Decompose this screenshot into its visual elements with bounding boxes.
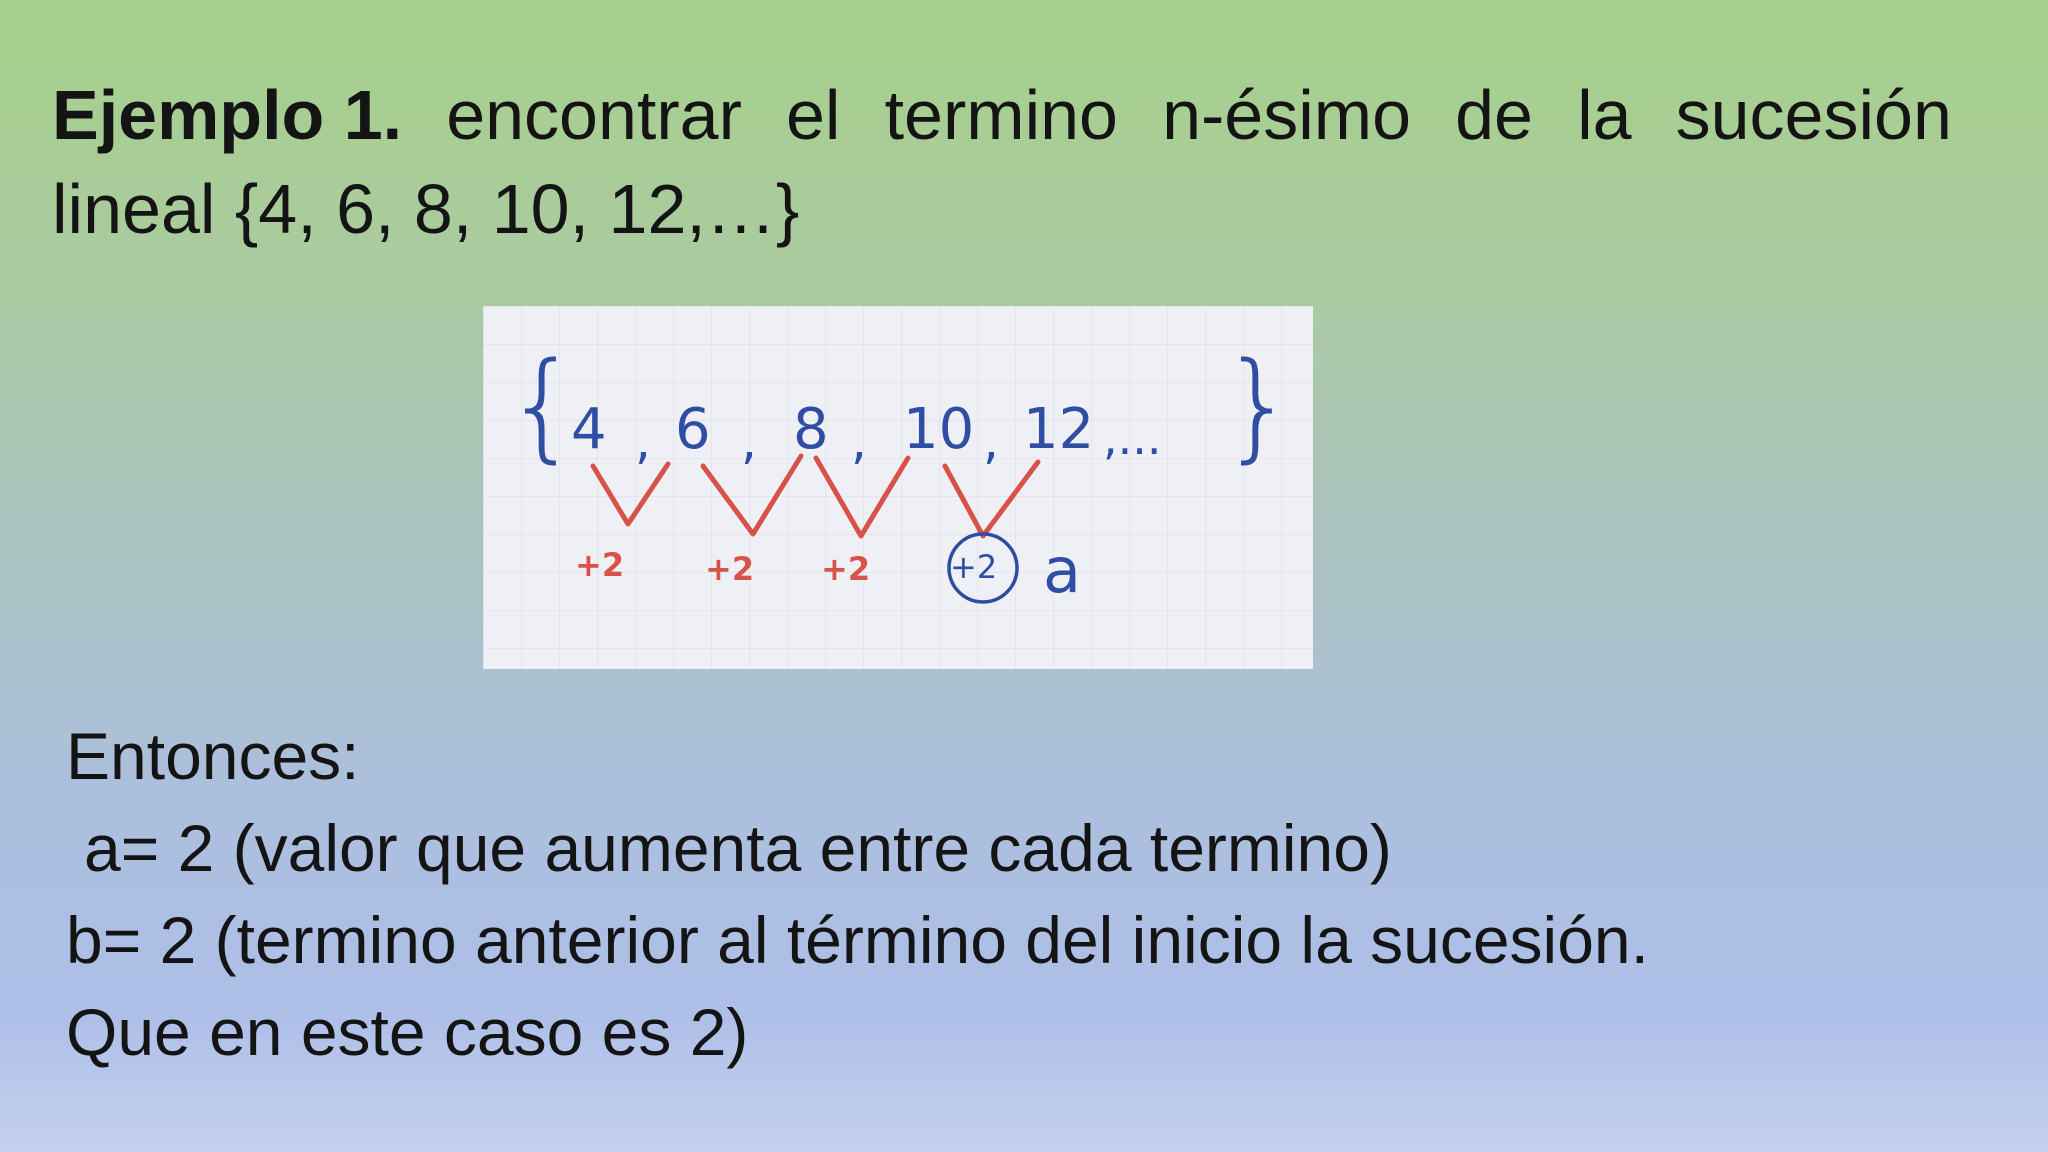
term-comma: , (741, 412, 757, 470)
explanation-heading: Entonces: (66, 719, 360, 793)
sequence-term: 10 (903, 397, 974, 462)
handwritten-sequence-image: { } 4 , 6 , 8 , 10 , 12 ,... +2 +2 +2 +2… (483, 306, 1313, 669)
term-comma: , (851, 412, 867, 470)
sequence-term: 6 (675, 397, 711, 462)
term-comma: , (983, 412, 999, 470)
title-word: sucesión (1675, 76, 1952, 154)
sequence-drawing: { } 4 , 6 , 8 , 10 , 12 ,... +2 +2 +2 +2… (505, 336, 1296, 607)
difference-label: +2 (575, 546, 624, 584)
difference-marks (590, 453, 1041, 539)
open-brace: { (505, 336, 580, 474)
title-word: el (786, 76, 841, 154)
term-comma: , (635, 412, 651, 470)
title-word: la (1577, 76, 1632, 154)
sequence-term: 12 (1023, 397, 1094, 462)
sequence-ellipsis: ,... (1103, 411, 1162, 465)
difference-label: +2 (705, 550, 754, 588)
difference-label: +2 (821, 550, 870, 588)
explanation-text: Entonces: a= 2 (valor que aumenta entre … (66, 710, 1649, 1078)
difference-v-mark (942, 459, 1041, 539)
difference-v-mark (590, 461, 671, 527)
explanation-line-b: b= 2 (termino anterior al término del in… (66, 903, 1649, 977)
title-line-1: Ejemplo 1. encontrar el termino n-ésimo … (52, 68, 1952, 162)
slide-title: Ejemplo 1. encontrar el termino n-ésimo … (52, 68, 1952, 256)
explanation-line-b-cont: Que en este caso es 2) (66, 995, 749, 1069)
example-label: Ejemplo 1. (52, 76, 403, 154)
explanation-line-a: a= 2 (valor que aumenta entre cada termi… (84, 811, 1392, 885)
variable-a-label: a (1043, 534, 1081, 607)
sequence-term: 4 (571, 397, 607, 462)
title-word: encontrar (446, 76, 742, 154)
title-line-2: lineal {4, 6, 8, 10, 12,…} (52, 170, 800, 248)
sequence-term: 8 (793, 397, 829, 462)
close-brace: } (1221, 336, 1296, 474)
title-word: n-ésimo (1162, 76, 1412, 154)
difference-label-circled: +2 (950, 548, 997, 586)
title-word: de (1455, 76, 1533, 154)
title-word: termino (884, 76, 1118, 154)
